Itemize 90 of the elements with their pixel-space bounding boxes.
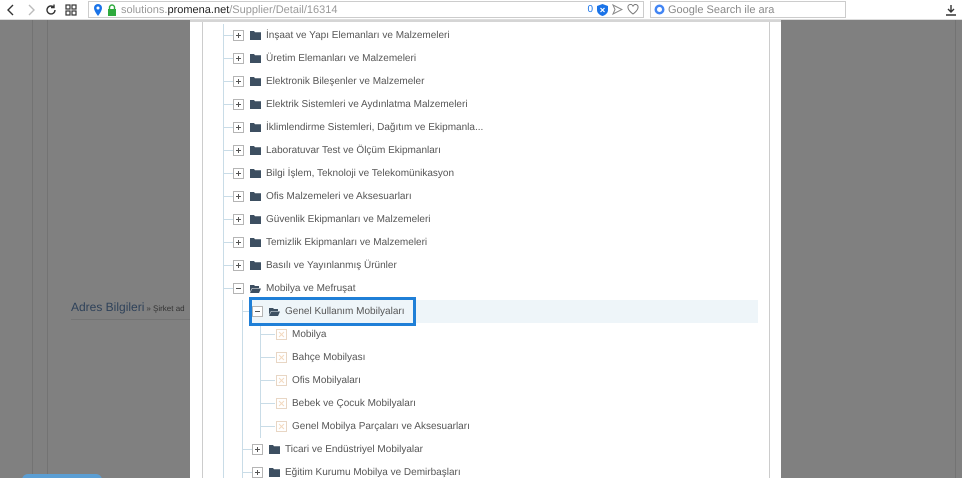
block-count: 0 xyxy=(587,4,593,15)
reload-icon[interactable] xyxy=(44,2,58,16)
tree-item[interactable]: Elektronik Bileşenler ve Malzemeler xyxy=(233,70,758,93)
checkbox[interactable] xyxy=(276,398,287,409)
grid-icon[interactable] xyxy=(64,2,78,16)
collapse-toggle[interactable] xyxy=(252,306,263,317)
section-title: Adres Bilgileri xyxy=(71,300,144,314)
tree-label: Basılı ve Yayınlanmış Ürünler xyxy=(266,260,397,271)
folder-icon xyxy=(250,169,261,178)
download-icon[interactable] xyxy=(944,2,958,16)
tree-item[interactable]: Bahçe Mobilyası xyxy=(275,346,758,369)
shield-icon[interactable] xyxy=(597,4,608,16)
expand-toggle[interactable] xyxy=(233,122,244,133)
search-field[interactable]: Google Search ile ara xyxy=(650,1,846,18)
expand-toggle[interactable] xyxy=(233,214,244,225)
expand-toggle[interactable] xyxy=(233,53,244,64)
tree-item[interactable]: Bebek ve Çocuk Mobilyaları xyxy=(275,392,758,415)
open-folder-icon xyxy=(269,307,280,316)
tree-label: Elektronik Bileşenler ve Malzemeler xyxy=(266,76,424,87)
checkbox[interactable] xyxy=(276,421,287,432)
tree-item[interactable]: İklimlendirme Sistemleri, Dağıtım ve Ekipmanla... xyxy=(233,116,758,139)
tree-item[interactable]: Temizlik Ekipmanları ve Malzemeleri xyxy=(233,231,758,254)
tree-item[interactable]: Eğitim Kurumu Mobilya ve Demirbaşları xyxy=(252,461,758,478)
tree-label: Ticari ve Endüstriyel Mobilyalar xyxy=(285,444,424,455)
expand-toggle[interactable] xyxy=(233,30,244,41)
heart-icon[interactable] xyxy=(627,4,639,15)
tree-label: Mobilya ve Mefruşat xyxy=(266,283,356,294)
tree-item[interactable]: İnşaat ve Yapı Elemanları ve Malzemeleri xyxy=(233,24,758,47)
search-engine-icon xyxy=(654,4,665,15)
expand-toggle[interactable] xyxy=(233,168,244,179)
tree-label: Üretim Elemanları ve Malzemeleri xyxy=(266,53,416,64)
tree-item[interactable]: Bilgi İşlem, Teknoloji ve Telekomünikasyon xyxy=(233,162,758,185)
checkbox[interactable] xyxy=(276,375,287,386)
tree-label: İklimlendirme Sistemleri, Dağıtım ve Ekipmanla... xyxy=(266,122,484,133)
tree-item[interactable]: Genel Kullanım Mobilyaları xyxy=(252,300,758,323)
tree-item[interactable]: Elektrik Sistemleri ve Aydınlatma Malzemeleri xyxy=(233,93,758,116)
folder-icon xyxy=(250,31,261,40)
folder-icon xyxy=(250,54,261,63)
expand-toggle[interactable] xyxy=(233,260,244,271)
expand-toggle[interactable] xyxy=(233,145,244,156)
folder-icon xyxy=(250,192,261,201)
checkbox[interactable] xyxy=(276,329,287,340)
expand-toggle[interactable] xyxy=(233,76,244,87)
tree-label: Bebek ve Çocuk Mobilyaları xyxy=(292,398,416,409)
address-bar[interactable]: solutions.promena.net/Supplier/Detail/16314 0 xyxy=(88,1,644,18)
tree-label: Bilgi İşlem, Teknoloji ve Telekomünikasyon xyxy=(266,168,454,179)
tree-item[interactable]: Genel Mobilya Parçaları ve Aksesuarları xyxy=(275,415,758,438)
lock-icon[interactable] xyxy=(107,4,117,16)
folder-icon xyxy=(250,77,261,86)
tree-label: İnşaat ve Yapı Elemanları ve Malzemeleri xyxy=(266,30,450,41)
folder-icon xyxy=(250,146,261,155)
tree-label: Genel Mobilya Parçaları ve Aksesuarları xyxy=(292,421,470,432)
expand-toggle[interactable] xyxy=(233,237,244,248)
tree-item[interactable]: Ofis Mobilyaları xyxy=(275,369,758,392)
tree-item[interactable]: Güvenlik Ekipmanları ve Malzemeleri xyxy=(233,208,758,231)
tree-label: Genel Kullanım Mobilyaları xyxy=(285,306,404,317)
tree-label: Güvenlik Ekipmanları ve Malzemeleri xyxy=(266,214,431,225)
tree-item[interactable]: Ofis Malzemeleri ve Aksesuarları xyxy=(233,185,758,208)
tree-label: Elektrik Sistemleri ve Aydınlatma Malzemeleri xyxy=(266,99,468,110)
send-icon[interactable] xyxy=(612,4,623,15)
tree-item[interactable]: Laboratuvar Test ve Ölçüm Ekipmanları xyxy=(233,139,758,162)
tree-label: Eğitim Kurumu Mobilya ve Demirbaşları xyxy=(285,467,461,478)
expand-toggle[interactable] xyxy=(252,467,263,478)
folder-icon xyxy=(250,238,261,247)
expand-toggle[interactable] xyxy=(252,444,263,455)
folder-icon xyxy=(250,261,261,270)
expand-toggle[interactable] xyxy=(233,191,244,202)
folder-icon xyxy=(250,100,261,109)
checkbox[interactable] xyxy=(276,352,287,363)
folder-icon xyxy=(250,215,261,224)
tree-item[interactable]: Üretim Elemanları ve Malzemeleri xyxy=(233,47,758,70)
tree-item[interactable]: Mobilya ve Mefruşat xyxy=(233,277,758,300)
tree-label: Mobilya xyxy=(292,329,326,340)
tree-item[interactable]: Basılı ve Yayınlanmış Ürünler xyxy=(233,254,758,277)
tree-label: Bahçe Mobilyası xyxy=(292,352,366,363)
location-pin-icon[interactable] xyxy=(93,4,103,16)
tree-item[interactable]: Mobilya xyxy=(275,323,758,346)
expand-toggle[interactable] xyxy=(233,99,244,110)
folder-icon xyxy=(250,123,261,132)
tree-label: Ofis Malzemeleri ve Aksesuarları xyxy=(266,191,412,202)
open-folder-icon xyxy=(250,284,261,293)
folder-icon xyxy=(269,445,280,454)
tree-item[interactable]: Ticari ve Endüstriyel Mobilyalar xyxy=(252,438,758,461)
folder-icon xyxy=(269,468,280,477)
tree-label: Ofis Mobilyaları xyxy=(292,375,361,386)
breadcrumb: » Şirket ad xyxy=(146,304,185,313)
tree-label: Laboratuvar Test ve Ölçüm Ekipmanları xyxy=(266,145,441,156)
tree-label: Temizlik Ekipmanları ve Malzemeleri xyxy=(266,237,428,248)
url-text: solutions.promena.net/Supplier/Detail/16314 xyxy=(121,4,338,16)
collapse-toggle[interactable] xyxy=(233,283,244,294)
